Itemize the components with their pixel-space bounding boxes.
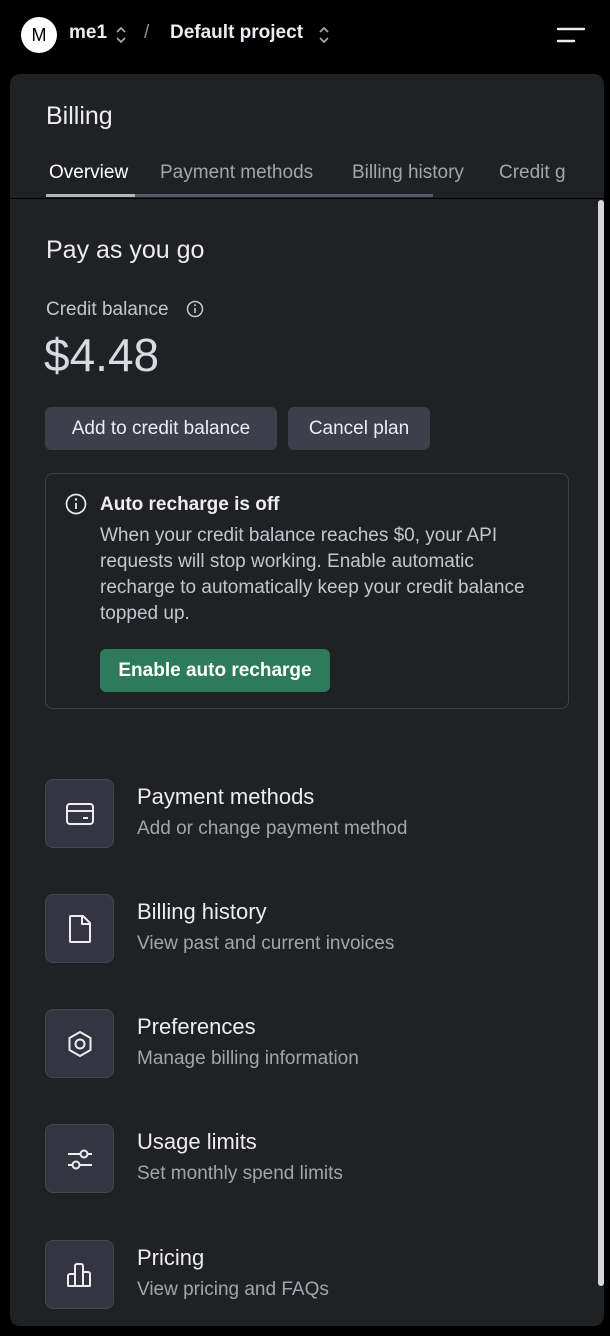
link-preferences[interactable]: Preferences Manage billing information [45, 1009, 565, 1079]
link-pricing[interactable]: Pricing View pricing and FAQs [45, 1240, 565, 1310]
link-description: Manage billing information [137, 1048, 359, 1069]
chevron-updown-icon[interactable] [115, 25, 127, 45]
alert-title: Auto recharge is off [100, 494, 280, 515]
info-icon[interactable] [186, 300, 204, 318]
link-usage-limits[interactable]: Usage limits Set monthly spend limits [45, 1124, 565, 1194]
link-title: Pricing [137, 1245, 205, 1270]
project-switcher-label[interactable]: Default project [170, 22, 303, 44]
add-credit-button[interactable]: Add to credit balance [45, 407, 277, 450]
credit-card-icon [65, 802, 94, 825]
tab-credit-grants[interactable]: Credit g [499, 162, 566, 184]
link-description: View past and current invoices [137, 933, 395, 954]
link-description: View pricing and FAQs [137, 1279, 329, 1300]
cancel-plan-button[interactable]: Cancel plan [288, 407, 430, 450]
chevron-updown-icon[interactable] [318, 25, 330, 45]
org-switcher-label[interactable]: me1 [69, 22, 107, 44]
link-icon-box [45, 1009, 114, 1078]
tab-billing-history[interactable]: Billing history [352, 162, 464, 184]
link-billing-history[interactable]: Billing history View past and current in… [45, 894, 565, 964]
link-payment-methods[interactable]: Payment methods Add or change payment me… [45, 779, 565, 849]
scrollbar[interactable] [598, 200, 604, 1286]
breadcrumb-separator: / [144, 22, 150, 43]
alert-body: When your credit balance reaches $0, you… [100, 525, 525, 624]
sliders-icon [67, 1149, 92, 1169]
link-icon-box [45, 779, 114, 848]
link-title: Usage limits [137, 1129, 257, 1154]
link-title: Preferences [137, 1014, 256, 1039]
credit-balance-label: Credit balance [46, 299, 169, 320]
link-icon-box [45, 1124, 114, 1193]
credit-balance-value: $4.48 [44, 329, 160, 381]
top-bar: M me1 / Default project [0, 0, 610, 72]
tab-payment-methods[interactable]: Payment methods [160, 162, 313, 184]
plan-name: Pay as you go [46, 236, 205, 264]
link-icon-box [45, 894, 114, 963]
gear-icon [68, 1030, 91, 1057]
link-title: Billing history [137, 899, 267, 924]
menu-icon[interactable] [552, 24, 586, 46]
link-icon-box [45, 1240, 114, 1309]
tab-overview[interactable]: Overview [49, 162, 128, 184]
document-icon [68, 914, 91, 943]
enable-auto-recharge-button[interactable]: Enable auto recharge [100, 649, 330, 692]
active-tab-indicator [46, 194, 135, 197]
info-icon [65, 493, 87, 515]
page-title: Billing [46, 102, 113, 130]
link-description: Set monthly spend limits [137, 1163, 343, 1184]
auto-recharge-alert: Auto recharge is off When your credit ba… [45, 473, 569, 709]
link-description: Add or change payment method [137, 818, 408, 839]
tab-bar: Overview Payment methods Billing history… [10, 156, 604, 199]
link-title: Payment methods [137, 784, 315, 809]
bar-chart-icon [66, 1262, 91, 1287]
avatar[interactable]: M [21, 17, 57, 53]
billing-panel: Billing Overview Payment methods Billing… [10, 74, 604, 1326]
